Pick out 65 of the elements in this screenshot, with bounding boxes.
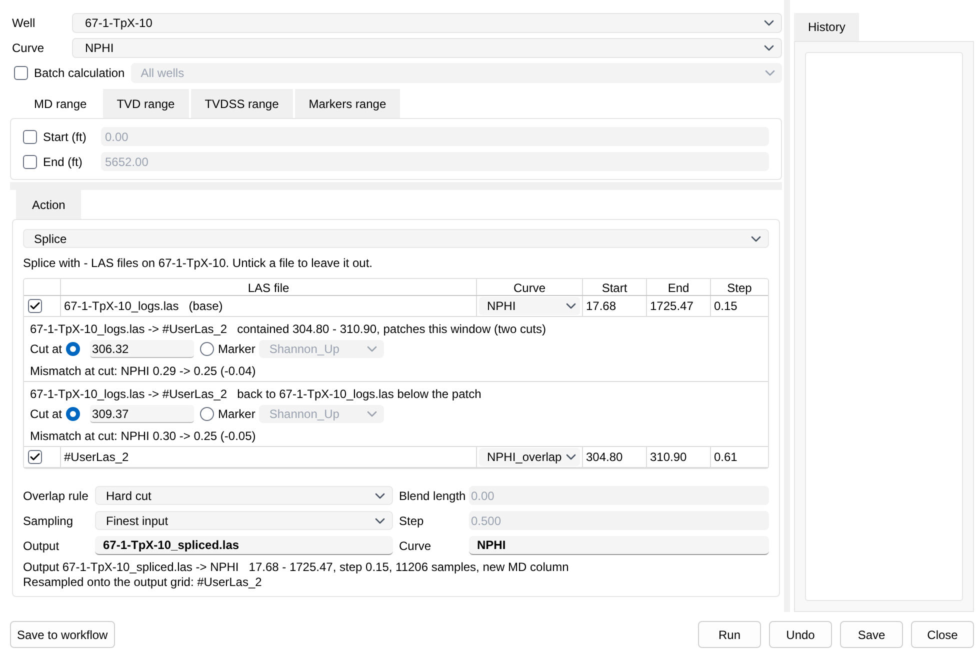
action-button[interactable]: Undo: [769, 621, 832, 648]
summary-text: Resampled onto the output grid: #UserLas_2: [23, 575, 263, 590]
column-header: Curve: [477, 279, 583, 295]
field-label: End (ft): [42, 154, 84, 170]
table-cell: 304.80: [583, 447, 647, 467]
cut-label: Cut at: [30, 341, 62, 358]
tab[interactable]: History: [794, 13, 860, 41]
radio-button[interactable]: [66, 342, 80, 356]
dropdown[interactable]: Finest input: [95, 511, 393, 530]
radio-button[interactable]: [66, 407, 80, 421]
save-to-workflow-button[interactable]: Save to workflow: [10, 621, 115, 648]
dropdown[interactable]: NPHI_overlap: [479, 448, 580, 466]
tab[interactable]: Markers range: [294, 89, 400, 118]
field-label: Well: [11, 14, 36, 32]
field-label: Blend length: [398, 488, 467, 504]
mismatch-text: Mismatch at cut: NPHI 0.30 -> 0.25 (-0.05): [30, 428, 257, 443]
tab[interactable]: TVDSS range: [190, 89, 293, 118]
field-label: Sampling: [23, 512, 74, 530]
checkbox[interactable]: [28, 299, 42, 313]
input-field[interactable]: 309.37: [90, 405, 194, 423]
input-field[interactable]: NPHI: [469, 536, 769, 555]
field-label: Output: [23, 538, 60, 554]
dropdown[interactable]: Splice: [23, 229, 769, 248]
tab[interactable]: Action: [16, 190, 82, 219]
checkbox[interactable]: [23, 130, 37, 144]
cut-description: 67-1-TpX-10_logs.las -> #UserLas_2 back to 67-1-TpX-10_logs.las below the patch: [30, 386, 482, 401]
field-label: Start (ft): [42, 128, 88, 146]
field-label: Step: [398, 512, 425, 530]
table-cell-text: 0.61: [713, 449, 738, 466]
radio-label: Marker: [218, 341, 256, 358]
checkbox[interactable]: [14, 66, 28, 80]
dropdown[interactable]: Hard cut: [95, 486, 393, 505]
table-cell: 1725.47: [647, 296, 711, 316]
tab[interactable]: TVD range: [102, 89, 189, 118]
dropdown[interactable]: 67-1-TpX-10: [72, 12, 782, 32]
action-button[interactable]: Close: [911, 621, 974, 648]
field-label: Overlap rule: [23, 488, 90, 504]
input-field[interactable]: 67-1-TpX-10_spliced.las: [95, 536, 393, 555]
mismatch-text: Mismatch at cut: NPHI 0.29 -> 0.25 (-0.04): [30, 363, 257, 378]
action-button[interactable]: Save: [840, 621, 903, 648]
column-header: Start: [583, 279, 647, 295]
field-label: Curve: [398, 538, 432, 554]
checkbox[interactable]: [28, 450, 42, 464]
checkbox-label: Batch calculation: [34, 65, 125, 82]
table-cell: #UserLas_2: [61, 447, 477, 467]
table-cell: 17.68: [583, 296, 647, 316]
radio-button[interactable]: [200, 342, 214, 356]
table-cell: 310.90: [647, 447, 711, 467]
column-header: LAS file: [61, 279, 477, 295]
table-cell: 67-1-TpX-10_logs.las (base): [61, 296, 477, 316]
column-header: Step: [726, 280, 753, 295]
cut-label: Cut at: [30, 406, 62, 423]
checkbox[interactable]: [23, 154, 37, 168]
radio-button[interactable]: [200, 407, 214, 421]
dropdown[interactable]: NPHI: [72, 38, 782, 58]
column-header: End: [647, 279, 711, 295]
radio-label: Marker: [218, 406, 256, 423]
table-cell-text: 0.15: [713, 298, 738, 315]
input-field[interactable]: 306.32: [90, 340, 194, 358]
cut-description: 67-1-TpX-10_logs.las -> #UserLas_2 contained 304.80 - 310.90, patches this window (two cuts): [30, 321, 547, 336]
summary-text: Output 67-1-TpX-10_spliced.las -> NPHI 17.68 - 1725.47, step 0.15, 11206 samples, new MD column: [23, 560, 570, 575]
info-text: Splice with - LAS files on 67-1-TpX-10. Untick a file to leave it out.: [23, 255, 374, 272]
action-button[interactable]: Run: [698, 621, 761, 648]
field-label: Curve: [11, 40, 46, 56]
dropdown[interactable]: NPHI: [479, 297, 580, 315]
